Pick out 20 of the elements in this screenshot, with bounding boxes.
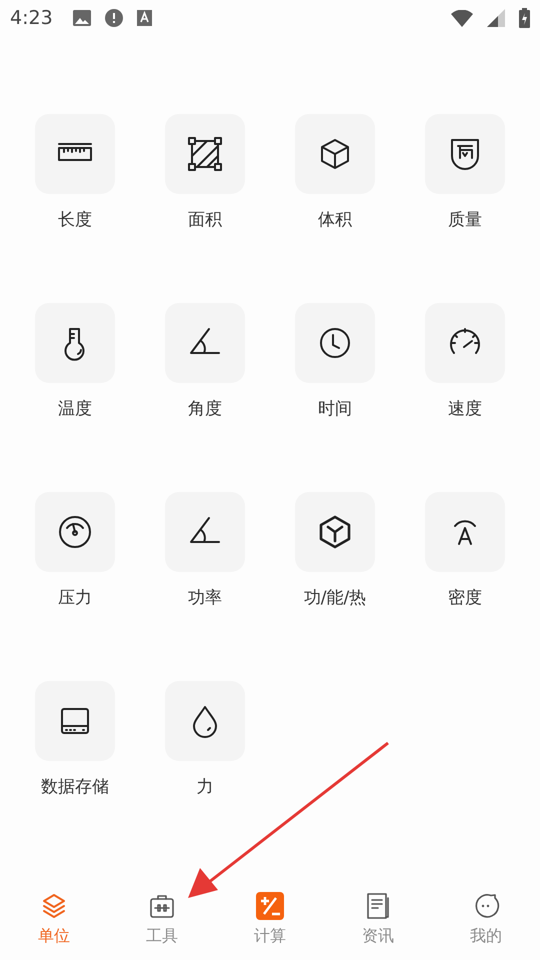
tab-label[interactable]: 计算 [254, 926, 286, 947]
unit-label: 长度 [58, 209, 92, 231]
unit-label: 数据存储 [41, 776, 109, 798]
tab-label[interactable]: 我的 [470, 926, 502, 947]
tab-label[interactable]: 资讯 [362, 926, 394, 947]
unit-label: 温度 [58, 398, 92, 420]
unit-label: 功率 [188, 587, 222, 609]
unit-label: 面积 [188, 209, 222, 231]
tab-label[interactable]: 单位 [38, 926, 70, 947]
unit-label: 时间 [318, 398, 352, 420]
unit-label: 力 [196, 776, 214, 798]
unit-label: 体积 [318, 209, 352, 231]
tab-label[interactable]: 工具 [146, 926, 178, 947]
unit-label: 速度 [448, 398, 482, 420]
unit-label: 质量 [448, 209, 482, 231]
unit-label: 压力 [58, 587, 92, 609]
status-time: 4:23 [10, 7, 53, 29]
unit-label: 角度 [188, 398, 222, 420]
unit-label: 功/能/热 [304, 587, 366, 609]
unit-label: 密度 [448, 587, 482, 609]
